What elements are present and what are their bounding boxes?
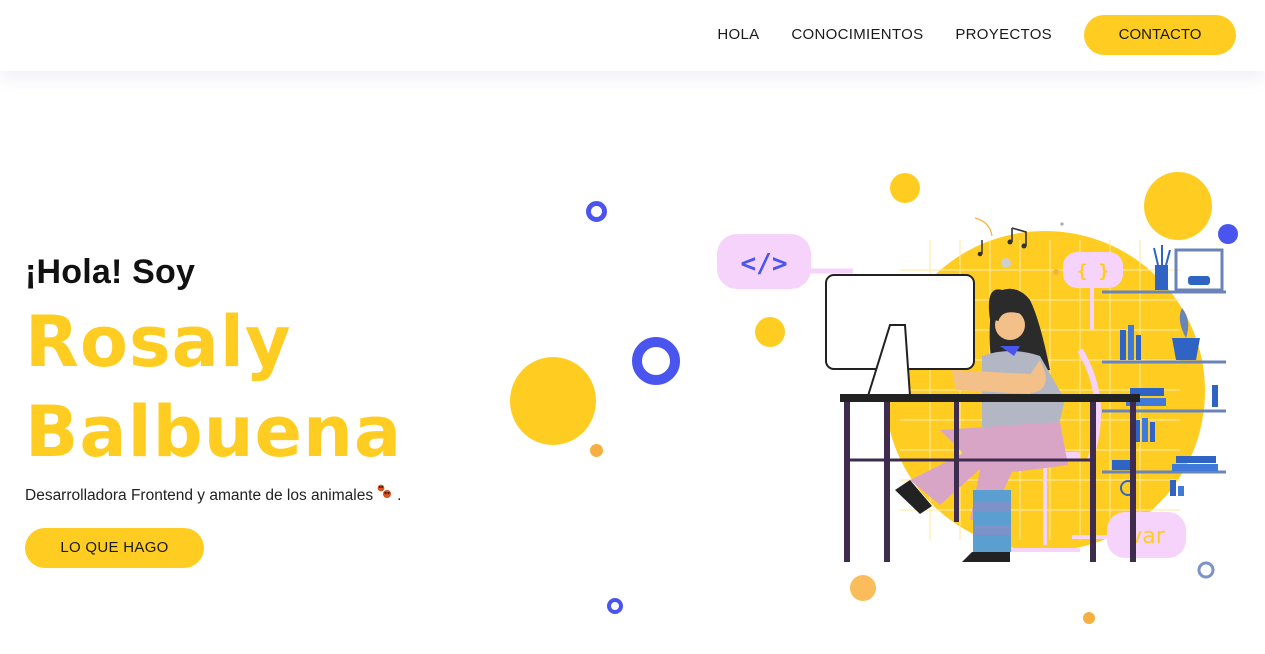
lo-que-hago-button[interactable]: LO QUE HAGO	[25, 528, 204, 568]
hero-name: Rosaly Balbuena	[25, 297, 402, 477]
blue-ring-small	[586, 201, 607, 222]
top-navbar: HOLA CONOCIMIENTOS PROYECTOS CONTACTO	[0, 0, 1265, 71]
hero-section: ¡Hola! Soy Rosaly Balbuena Desarrollador…	[25, 250, 402, 568]
hero-subtitle-end: .	[397, 486, 402, 504]
contacto-button[interactable]: CONTACTO	[1084, 15, 1236, 55]
hero-name-line2: Balbuena	[25, 391, 403, 473]
small-orange-dot	[590, 444, 603, 457]
code-tag-text: </>	[741, 249, 788, 279]
blue-ring-large	[632, 337, 680, 385]
big-yellow-blob	[510, 357, 596, 445]
blue-ring-bottom	[607, 598, 623, 614]
nav-link-conocimientos[interactable]: CONOCIMIENTOS	[791, 15, 923, 55]
hero-name-line1: Rosaly	[25, 301, 292, 383]
nav-link-proyectos[interactable]: PROYECTOS	[955, 15, 1052, 55]
nav-links: HOLA CONOCIMIENTOS PROYECTOS CONTACTO	[685, 15, 1236, 55]
developer-illustration: </> { } var	[700, 160, 1265, 649]
nav-link-hola[interactable]: HOLA	[717, 15, 759, 55]
hero-greeting: ¡Hola! Soy	[25, 253, 196, 291]
hero-subtitle-text: Desarrolladora Frontend y amante de los …	[25, 486, 374, 504]
paw-print-icon	[375, 483, 397, 508]
braces-tag-text: { }	[1077, 261, 1110, 282]
hero-subtitle: Desarrolladora Frontend y amante de los …	[25, 483, 402, 508]
